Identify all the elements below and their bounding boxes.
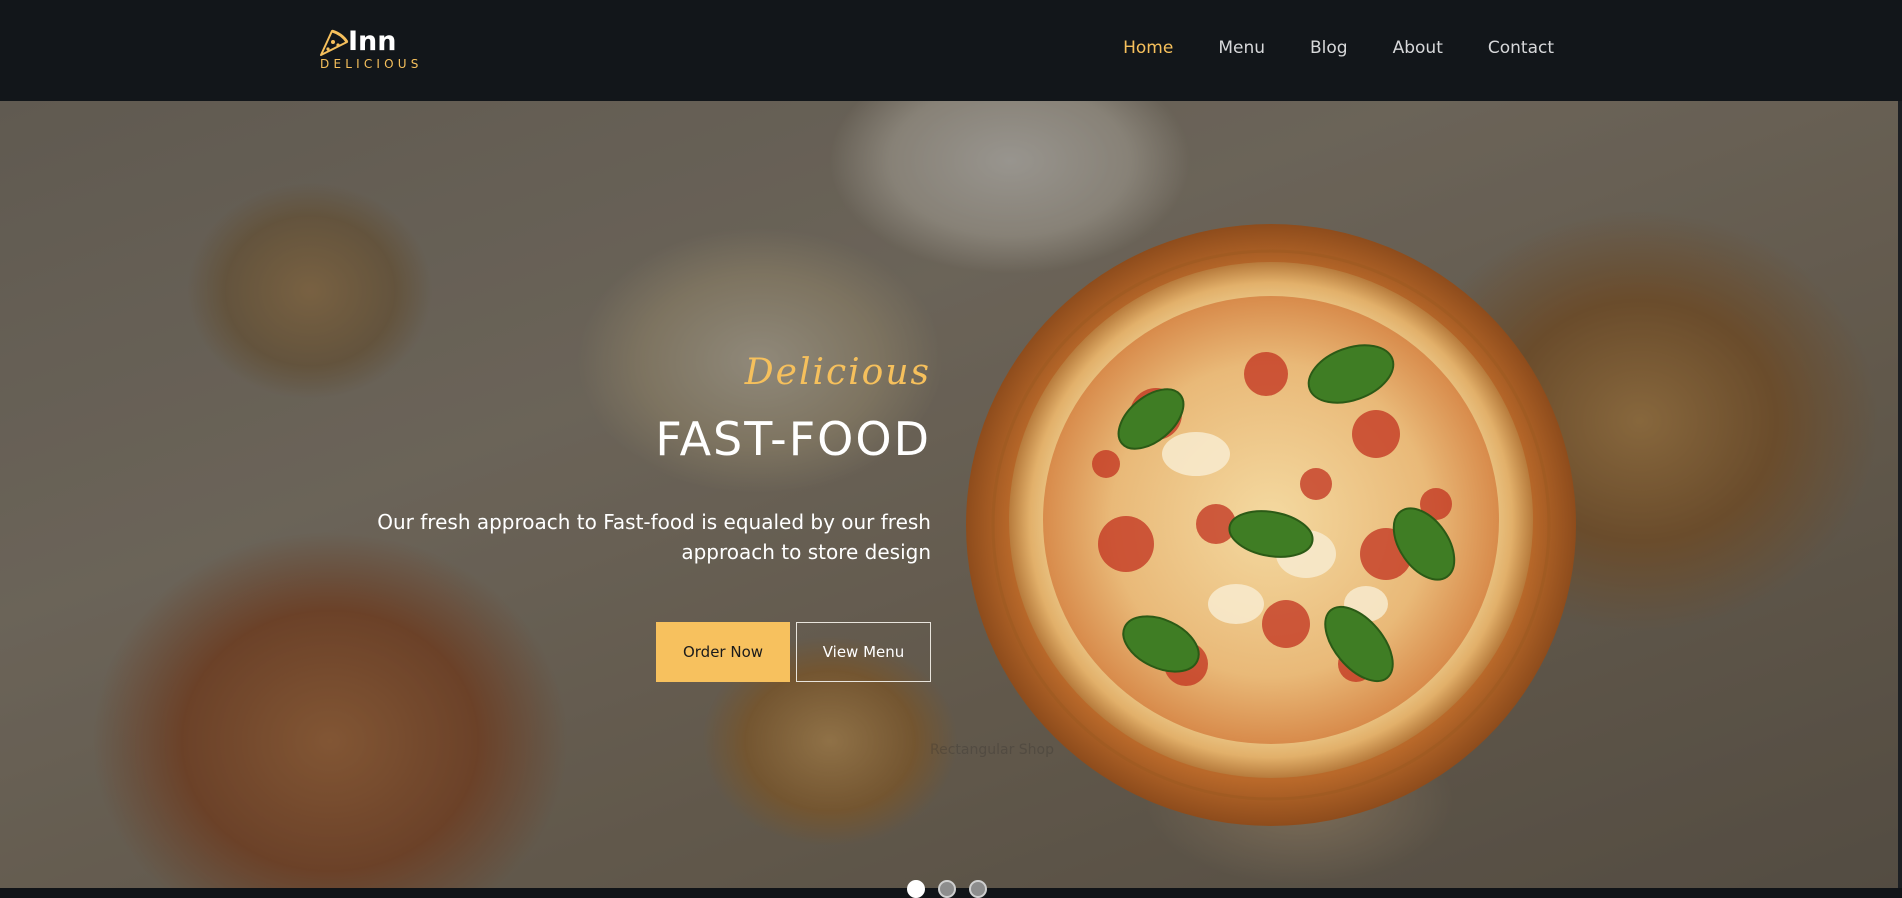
main-nav: Home Menu Blog About Contact — [1078, 38, 1554, 58]
nav-blog[interactable]: Blog — [1310, 38, 1348, 58]
nav-home[interactable]: Home — [1123, 38, 1173, 58]
nav-contact[interactable]: Contact — [1488, 38, 1554, 58]
nav-about[interactable]: About — [1393, 38, 1443, 58]
logo[interactable]: Inn DELICIOUS — [318, 26, 428, 74]
navbar: Inn DELICIOUS Home Menu Blog About Conta… — [0, 0, 1902, 101]
hero-tagline: Delicious — [744, 352, 931, 393]
slider-dot-3[interactable] — [969, 880, 987, 898]
hero-content: Delicious FAST-FOOD Our fresh approach t… — [0, 0, 1902, 898]
logo-name: Inn — [348, 26, 397, 57]
slider-dot-2[interactable] — [938, 880, 956, 898]
nav-menu[interactable]: Menu — [1218, 38, 1265, 58]
pizza-image — [966, 224, 1576, 826]
hero-headline: FAST-FOOD — [655, 412, 931, 466]
logo-subtitle: DELICIOUS — [320, 57, 423, 71]
order-now-button[interactable]: Order Now — [656, 622, 790, 682]
slider-dot-1[interactable] — [907, 880, 925, 898]
pizza-slice-icon — [320, 29, 349, 56]
slider-dots — [907, 880, 987, 898]
hero-description: Our fresh approach to Fast-food is equal… — [377, 510, 931, 564]
view-menu-button[interactable]: View Menu — [796, 622, 931, 682]
